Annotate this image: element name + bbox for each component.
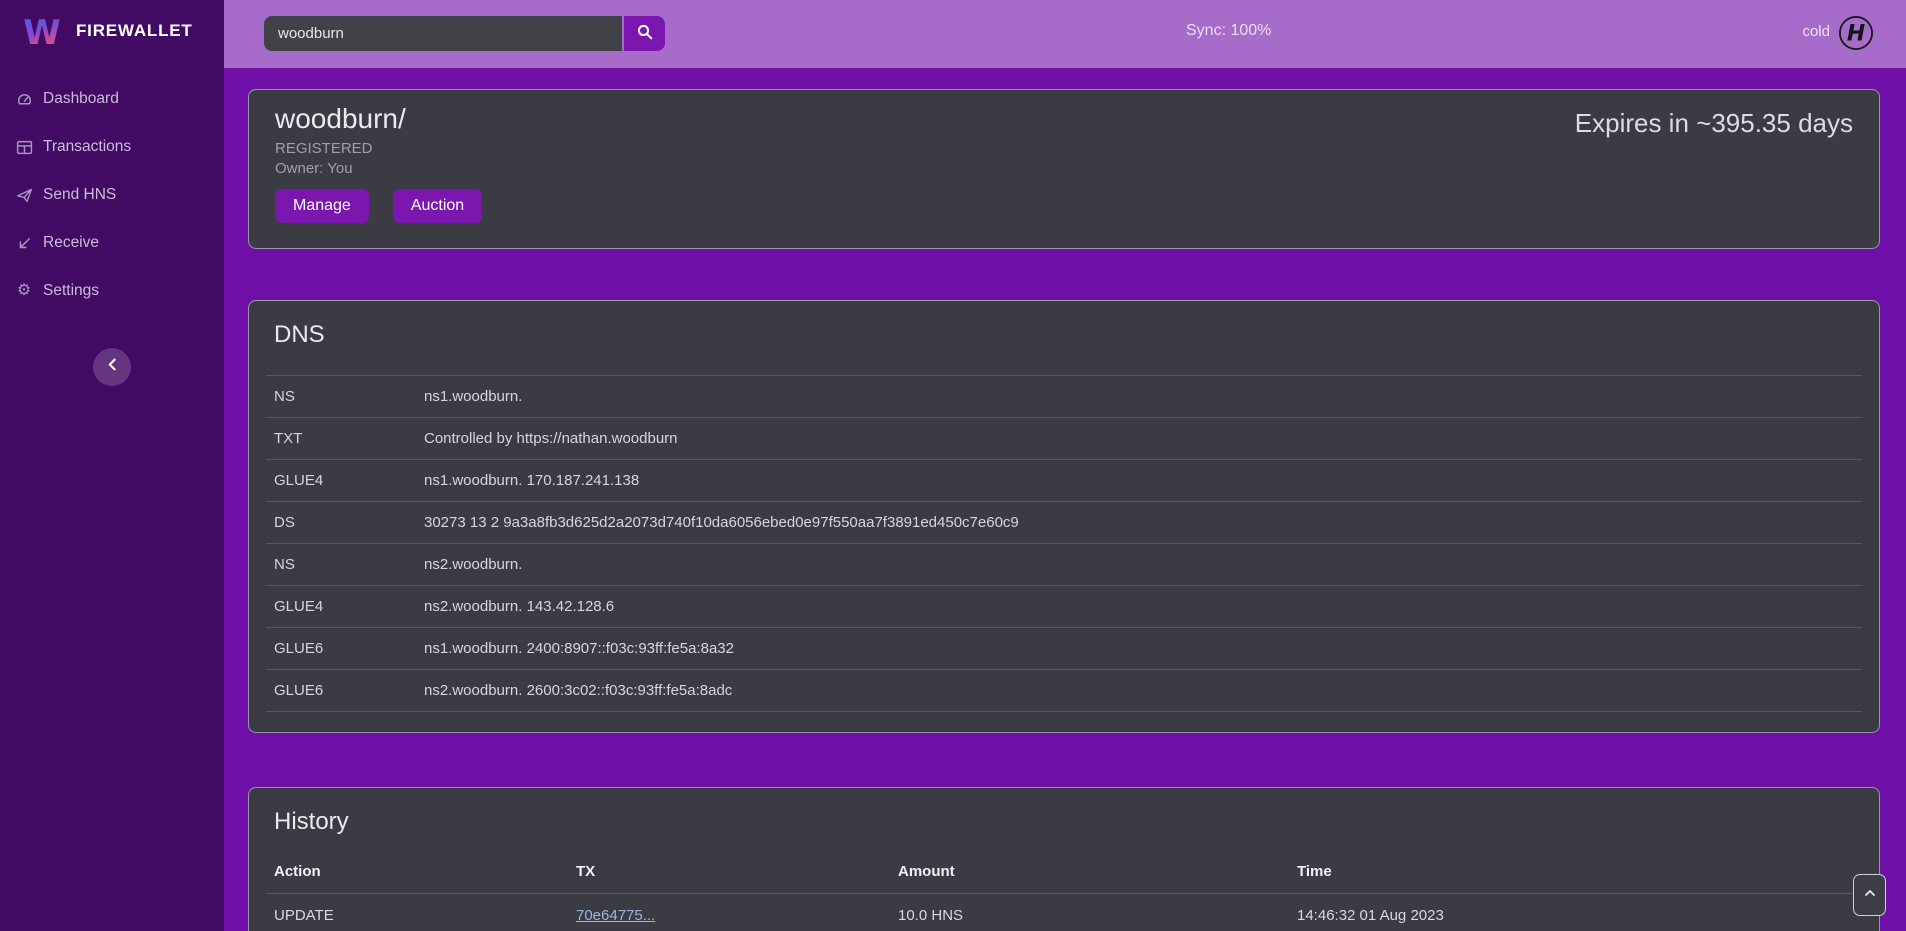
history-card-title: History [274,808,1854,836]
sidebar-item-label: Send HNS [43,186,116,204]
dns-record-value: 30273 13 2 9a3a8fb3d625d2a2073d740f10da6… [416,502,1862,544]
search-group [264,16,665,51]
sidebar-item-label: Dashboard [43,90,119,108]
history-time: 14:46:32 01 Aug 2023 [1289,894,1862,931]
dns-record-row: GLUE6 ns1.woodburn. 2400:8907::f03c:93ff… [266,628,1862,670]
dns-record-value: ns2.woodburn. 2600:3c02::f03c:93ff:fe5a:… [416,670,1862,712]
sidebar-item-label: Settings [43,282,99,300]
tx-link[interactable]: 70e64775... [576,907,655,924]
dns-record-row: GLUE4 ns1.woodburn. 170.187.241.138 [266,460,1862,502]
dns-record-row: DS 30273 13 2 9a3a8fb3d625d2a2073d740f10… [266,502,1862,544]
history-table: Action TX Amount Time UPDATE 70e64775...… [266,850,1862,931]
dns-record-value: ns1.woodburn. 170.187.241.138 [416,460,1862,502]
dns-record-type: NS [266,544,416,586]
dns-record-row: GLUE4 ns2.woodburn. 143.42.128.6 [266,586,1862,628]
dns-record-row: GLUE6 ns2.woodburn. 2600:3c02::f03c:93ff… [266,670,1862,712]
history-col-amount: Amount [890,850,1289,894]
search-input[interactable] [264,16,622,51]
scroll-to-top-button[interactable] [1853,874,1886,916]
dns-record-type: GLUE4 [266,460,416,502]
sidebar: W FIREWALLET Dashboard Transactions Send… [0,0,224,931]
history-col-action: Action [266,850,568,894]
arrow-down-left-icon [15,235,33,252]
domain-actions: Manage Auction [275,189,1853,223]
brand-name: FIREWALLET [76,21,193,41]
manage-button[interactable]: Manage [275,189,369,223]
sidebar-item-settings[interactable]: ⚙ Settings [0,267,224,315]
auction-button[interactable]: Auction [393,189,482,223]
svg-text:H: H [1847,22,1865,47]
dns-record-value: Controlled by https://nathan.woodburn [416,418,1862,460]
dns-record-row: TXT Controlled by https://nathan.woodbur… [266,418,1862,460]
dns-card: DNS NS ns1.woodburn. TXT Controlled by h… [248,300,1880,733]
dns-record-value: ns1.woodburn. 2400:8907::f03c:93ff:fe5a:… [416,628,1862,670]
dns-record-type: GLUE4 [266,586,416,628]
sidebar-item-receive[interactable]: Receive [0,219,224,267]
gauge-icon [15,91,33,108]
paper-plane-icon [15,187,33,204]
domain-status: REGISTERED [275,140,1853,157]
search-button[interactable] [624,16,665,51]
dns-card-title: DNS [274,321,1854,349]
wallet-mode-badge: cold [1802,23,1830,40]
history-col-time: Time [1289,850,1862,894]
sidebar-item-label: Transactions [43,138,131,156]
brand: W FIREWALLET [0,0,224,59]
chevron-left-icon [106,358,119,376]
topbar: Sync: 100% cold H [224,0,1906,68]
chevron-up-icon [1864,886,1876,904]
dns-record-value: ns2.woodburn. 143.42.128.6 [416,586,1862,628]
dns-record-type: TXT [266,418,416,460]
firewallet-logo-icon: W [20,11,64,51]
dns-table: NS ns1.woodburn. TXT Controlled by https… [266,375,1862,712]
sidebar-item-send-hns[interactable]: Send HNS [0,171,224,219]
domain-owner: Owner: You [275,160,1853,177]
domain-expiry: Expires in ~395.35 days [1575,108,1853,139]
dns-record-value: ns1.woodburn. [416,376,1862,418]
dns-record-row: NS ns1.woodburn. [266,376,1862,418]
sidebar-item-dashboard[interactable]: Dashboard [0,75,224,123]
search-icon [636,23,654,44]
dns-record-type: NS [266,376,416,418]
dns-record-type: GLUE6 [266,628,416,670]
sidebar-item-label: Receive [43,234,99,252]
history-action: UPDATE [266,894,568,931]
sync-status: Sync: 100% [1186,22,1271,40]
history-amount: 10.0 HNS [890,894,1289,931]
history-card: History Action TX Amount Time UPDATE 70e… [248,787,1880,931]
dns-record-value: ns2.woodburn. [416,544,1862,586]
table-icon [15,139,33,156]
dns-record-type: GLUE6 [266,670,416,712]
svg-text:W: W [23,13,61,51]
sidebar-item-transactions[interactable]: Transactions [0,123,224,171]
sidebar-collapse-button[interactable] [93,348,131,386]
gear-icon: ⚙ [15,283,33,299]
domain-card: woodburn/ REGISTERED Owner: You Manage A… [248,89,1880,249]
hns-logo-icon: H [1838,15,1874,51]
sidebar-nav: Dashboard Transactions Send HNS Receive … [0,75,224,315]
dns-record-type: DS [266,502,416,544]
dns-record-row: NS ns2.woodburn. [266,544,1862,586]
main-content: woodburn/ REGISTERED Owner: You Manage A… [224,68,1906,931]
history-header-row: Action TX Amount Time [266,850,1862,894]
history-col-tx: TX [568,850,890,894]
history-row: UPDATE 70e64775... 10.0 HNS 14:46:32 01 … [266,894,1862,931]
